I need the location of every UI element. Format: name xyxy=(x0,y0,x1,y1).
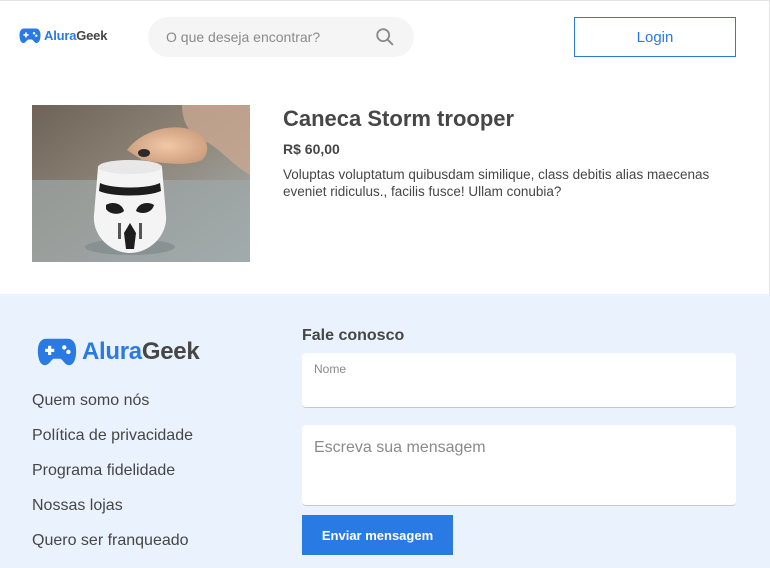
contact-title: Fale conosco xyxy=(302,327,405,344)
login-button[interactable]: Login xyxy=(574,17,736,57)
search-input[interactable] xyxy=(148,17,374,57)
search-bar xyxy=(148,17,414,57)
header-logo[interactable]: AluraGeek xyxy=(19,27,107,44)
brand-second: Geek xyxy=(76,28,108,43)
product-description: Voluptas voluptatum quibusdam similique,… xyxy=(283,167,710,199)
name-field[interactable] xyxy=(302,375,736,405)
brand-name: AluraGeek xyxy=(44,28,107,43)
product-title: Caneca Storm trooper xyxy=(283,106,515,131)
send-message-button[interactable]: Enviar mensagem xyxy=(302,515,453,555)
footer-link-fidelidade[interactable]: Programa fidelidade xyxy=(32,460,193,495)
product-price: R$ 60,00 xyxy=(283,141,340,157)
stormtrooper-mug-photo xyxy=(32,105,250,262)
name-field-wrapper: Nome xyxy=(302,353,736,408)
footer-link-lojas[interactable]: Nossas lojas xyxy=(32,495,193,530)
brand-name: AluraGeek xyxy=(82,337,200,366)
footer-links: Quem somo nós Política de privacidade Pr… xyxy=(32,390,193,565)
brand-first: Alura xyxy=(44,28,77,43)
footer-link-franqueado[interactable]: Quero ser franqueado xyxy=(32,530,193,565)
message-field[interactable] xyxy=(302,425,736,506)
brand-first: Alura xyxy=(82,337,142,365)
header: AluraGeek Login xyxy=(0,0,770,75)
gamepad-icon xyxy=(19,28,41,43)
name-field-label: Nome xyxy=(314,362,347,376)
gamepad-icon xyxy=(37,338,77,366)
footer-link-privacidade[interactable]: Política de privacidade xyxy=(32,425,193,460)
brand-second: Geek xyxy=(141,337,200,365)
footer: AluraGeek Quem somo nós Política de priv… xyxy=(0,294,770,568)
product-image xyxy=(32,105,250,262)
search-icon[interactable] xyxy=(374,26,396,48)
footer-logo[interactable]: AluraGeek xyxy=(36,336,200,367)
footer-link-quem-somos[interactable]: Quem somo nós xyxy=(32,390,193,425)
